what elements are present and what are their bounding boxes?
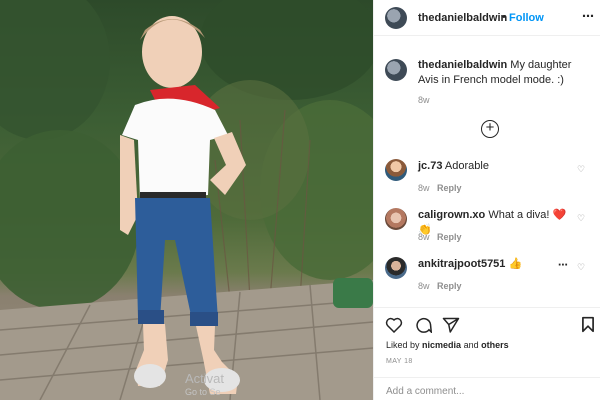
separator-dot: • [502, 11, 506, 23]
side-panel: thedanielbaldwin • Follow ⋯ thedanielbal… [373, 0, 600, 400]
reply-button[interactable]: Reply [437, 281, 462, 291]
avatar-icon[interactable] [385, 159, 407, 181]
comment-username[interactable]: caligrown.xo [418, 209, 485, 221]
caption: thedanielbaldwin My daughter Avis in Fre… [418, 58, 593, 88]
bookmark-icon[interactable] [581, 316, 595, 333]
liked-by-others[interactable]: others [481, 340, 509, 350]
instagram-post: thedanielbaldwin • Follow ⋯ thedanielbal… [0, 0, 600, 400]
comment-text-row: ankitrajpoot5751 👍 [418, 257, 522, 272]
author-avatar[interactable] [385, 7, 407, 29]
comment-age: 8w [418, 281, 430, 291]
action-bar: Liked by nicmedia and others MAY 18 Add … [374, 307, 600, 400]
liked-by-join: and [463, 340, 479, 350]
activation-watermark: Activat [185, 371, 225, 386]
comment-username[interactable]: jc.73 [418, 160, 442, 172]
post-header: thedanielbaldwin • Follow ⋯ [374, 0, 600, 36]
plus-circle-icon[interactable]: + [481, 120, 499, 138]
liked-by: Liked by nicmedia and others [386, 340, 509, 350]
heart-icon[interactable]: ♡ [577, 213, 585, 224]
post-photo[interactable] [0, 0, 373, 400]
post-date: MAY 18 [386, 358, 413, 365]
comment-age: 8w [418, 183, 430, 193]
caption-avatar[interactable] [385, 59, 407, 81]
photo-illustration [0, 0, 373, 400]
heart-icon[interactable]: ♡ [577, 164, 585, 175]
more-options-icon[interactable]: ⋯ [582, 9, 595, 23]
share-icon[interactable] [442, 316, 460, 333]
emoji: 👍 [508, 258, 523, 270]
follow-button[interactable]: Follow [509, 12, 544, 24]
comment-more-icon[interactable]: ⋯ [558, 260, 569, 271]
avatar-icon[interactable] [385, 208, 407, 230]
liked-by-prefix: Liked by [386, 340, 420, 350]
comment-age: 8w [418, 232, 430, 242]
reply-button[interactable]: Reply [437, 183, 462, 193]
heart-icon[interactable]: ♡ [577, 262, 585, 273]
reply-button[interactable]: Reply [437, 232, 462, 242]
caption-age: 8w [418, 95, 430, 105]
comment-username[interactable]: ankitrajpoot5751 [418, 258, 505, 270]
activation-watermark-sub: Go to Se [185, 387, 221, 397]
author-username[interactable]: thedanielbaldwin [418, 12, 507, 24]
avatar-icon[interactable] [385, 257, 407, 279]
comment-text-row: jc.73 Adorable [418, 159, 489, 174]
comment-text: Adorable [444, 160, 489, 172]
heart-icon[interactable] [385, 316, 403, 333]
liked-by-user[interactable]: nicmedia [422, 340, 461, 350]
comment-text: What a diva! [488, 209, 550, 221]
add-comment-field[interactable]: Add a comment... [374, 377, 600, 400]
caption-username[interactable]: thedanielbaldwin [418, 59, 507, 71]
comment-icon[interactable] [414, 316, 432, 333]
add-comment-placeholder[interactable]: Add a comment... [386, 386, 464, 397]
